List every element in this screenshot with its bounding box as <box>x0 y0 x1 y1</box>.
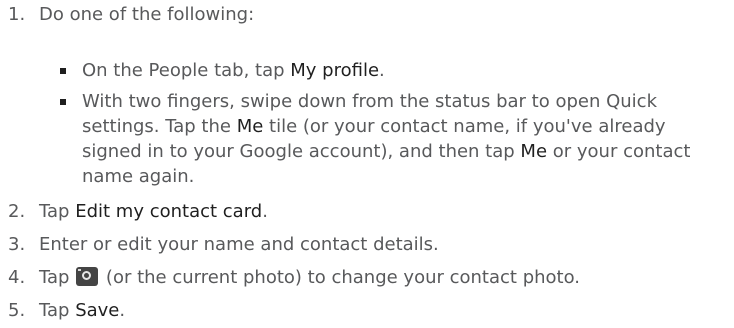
step-number: 2. <box>8 201 26 222</box>
step-text-end: (or the current photo) to change your co… <box>100 267 581 288</box>
ui-label-edit-contact-card: Edit my contact card <box>75 201 263 222</box>
bullet-marker <box>60 99 66 105</box>
step-number: 5. <box>8 300 26 321</box>
step-text: Do one of the following: <box>39 4 255 25</box>
step-3: 3. Enter or edit your name and contact de… <box>0 234 439 256</box>
step-text: Tap <box>39 300 76 321</box>
camera-icon <box>76 267 99 286</box>
step-1: 1. Do one of the following: <box>0 4 254 26</box>
step-5: 5. Tap Save. <box>0 300 125 322</box>
bullet-text: On the People tab, tap <box>82 60 291 81</box>
bullet-marker <box>60 68 66 74</box>
list-item: On the People tab, tap My profile. <box>57 58 729 83</box>
bullet-text-end: . <box>379 60 385 81</box>
option-list: On the People tab, tap My profile. With … <box>57 58 729 195</box>
ui-label-my-profile: My profile <box>290 60 380 81</box>
step-2: 2. Tap Edit my contact card. <box>0 201 268 223</box>
step-text: Enter or edit your name and contact deta… <box>39 234 439 255</box>
step-number: 1. <box>8 4 26 25</box>
camera-lens <box>82 271 92 280</box>
camera-flash <box>78 269 82 271</box>
step-text-end: . <box>262 201 268 222</box>
ui-label-save: Save <box>75 300 120 321</box>
ui-label-me: Me <box>520 141 548 162</box>
step-number: 3. <box>8 234 26 255</box>
step-text-end: . <box>119 300 126 321</box>
step-text: Tap <box>39 267 76 288</box>
step-4: 4. Tap (or the current photo) to change y… <box>0 267 580 289</box>
step-number: 4. <box>8 267 26 288</box>
ui-label-me-tile: Me <box>236 116 264 137</box>
list-item: With two fingers, swipe down from the st… <box>57 89 729 189</box>
step-text: Tap <box>39 201 76 222</box>
